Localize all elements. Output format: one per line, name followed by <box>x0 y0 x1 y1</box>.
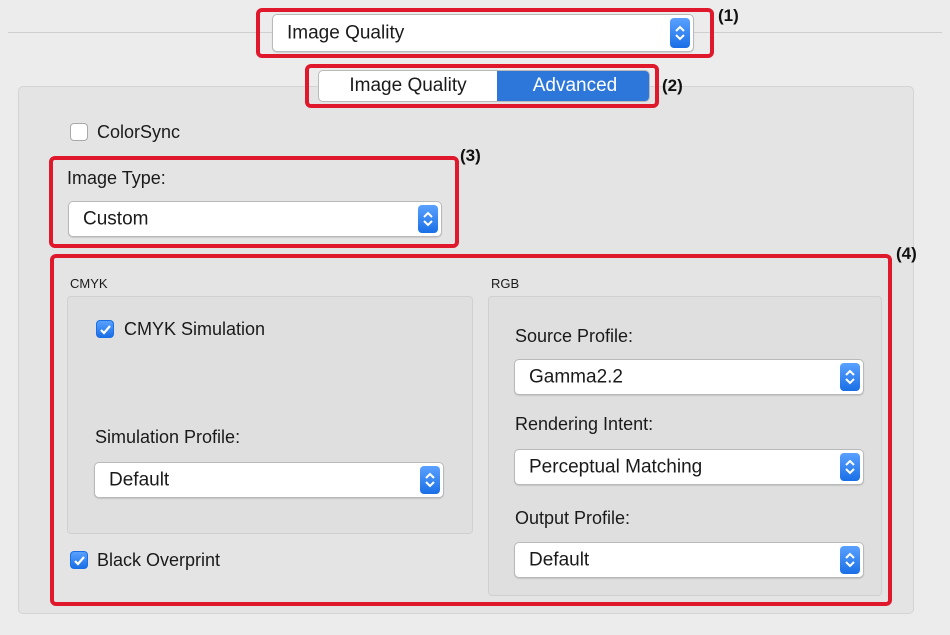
black-overprint-label: Black Overprint <box>97 550 221 570</box>
output-profile-popup[interactable]: Default <box>514 542 864 578</box>
annotation-callout-4: (4) <box>896 244 917 263</box>
tab-advanced[interactable]: Advanced <box>497 71 649 101</box>
annotation-callout-3: (3) <box>460 146 481 165</box>
chevron-updown-icon <box>840 453 860 481</box>
output-profile-label: Output Profile: <box>515 508 631 528</box>
cmyk-simulation-label: CMYK Simulation <box>124 319 266 339</box>
tab-image-quality[interactable]: Image Quality <box>319 71 497 101</box>
image-type-value: Custom <box>83 208 149 230</box>
source-profile-value: Gamma2.2 <box>529 366 623 388</box>
annotation-callout-2: (2) <box>662 76 683 95</box>
tab-advanced-label: Advanced <box>532 75 618 96</box>
chevron-updown-icon <box>670 18 690 48</box>
source-profile-popup[interactable]: Gamma2.2 <box>514 359 864 395</box>
chevron-updown-icon <box>840 363 860 391</box>
tab-bar: Image Quality Advanced <box>318 70 650 102</box>
black-overprint-checkbox[interactable] <box>70 551 88 569</box>
cmyk-section-title: CMYK <box>70 276 108 291</box>
rgb-section-title: RGB <box>491 276 520 291</box>
annotation-callout-1: (1) <box>718 6 739 25</box>
image-type-label: Image Type: <box>67 168 166 188</box>
source-profile-label: Source Profile: <box>515 326 634 346</box>
simulation-profile-value: Default <box>109 469 170 491</box>
colorsync-checkbox[interactable] <box>70 123 88 141</box>
tab-image-quality-label: Image Quality <box>349 75 467 96</box>
rendering-intent-popup[interactable]: Perceptual Matching <box>514 449 864 485</box>
chevron-updown-icon <box>840 546 860 574</box>
rendering-intent-label: Rendering Intent: <box>515 414 654 434</box>
chevron-updown-icon <box>418 205 438 233</box>
rendering-intent-value: Perceptual Matching <box>529 456 703 478</box>
image-type-popup[interactable]: Custom <box>68 201 442 237</box>
print-options-popup-value: Image Quality <box>287 22 405 44</box>
colorsync-label: ColorSync <box>97 122 181 142</box>
cmyk-simulation-checkbox[interactable] <box>96 320 114 338</box>
simulation-profile-label: Simulation Profile: <box>95 427 241 447</box>
output-profile-value: Default <box>529 549 590 571</box>
chevron-updown-icon <box>420 466 440 494</box>
print-options-popup[interactable]: Image Quality <box>272 14 694 52</box>
checkmark-icon <box>100 325 111 335</box>
checkmark-icon <box>74 556 85 566</box>
simulation-profile-popup[interactable]: Default <box>94 462 444 498</box>
